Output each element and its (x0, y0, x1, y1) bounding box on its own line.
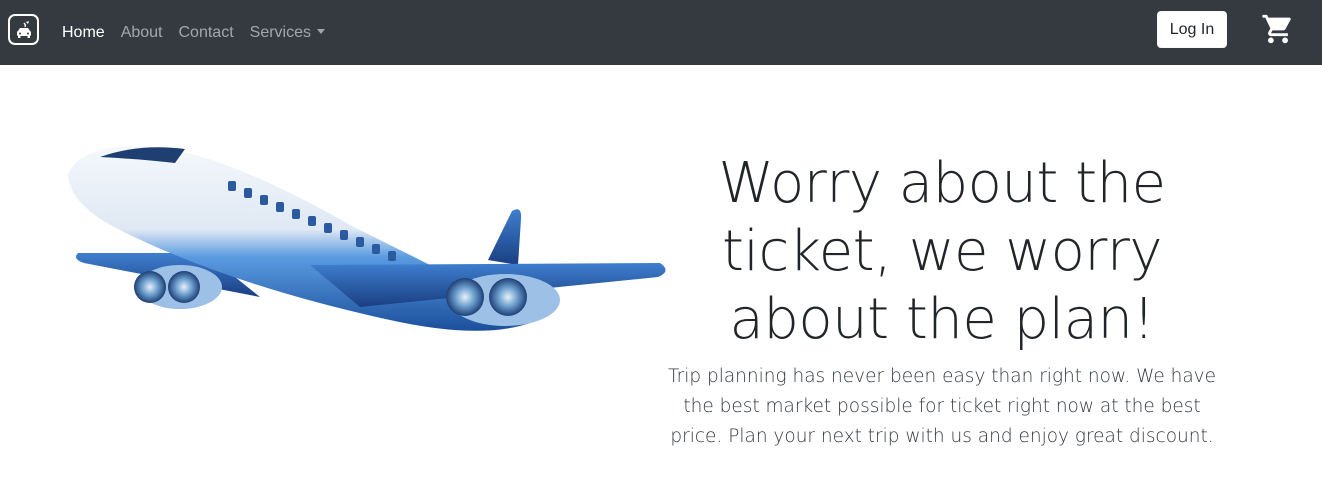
brand-logo[interactable] (8, 14, 39, 45)
hero-title: Worry about the ticket, we worry about t… (718, 151, 1166, 352)
navbar: Home About Contact Services Log In (0, 0, 1322, 65)
nav-about[interactable]: About (121, 24, 163, 42)
hero-description: Trip planning has never been easy than r… (668, 366, 1216, 447)
car-logo-icon (16, 20, 31, 38)
shopping-cart-icon[interactable] (1261, 12, 1295, 46)
login-button[interactable]: Log In (1157, 11, 1227, 48)
nav-home[interactable]: Home (62, 24, 105, 42)
nav-services-label: Services (249, 23, 311, 41)
airplane-illustration (68, 146, 666, 331)
nav-links: Home About Contact Services (62, 0, 341, 65)
hero-text: Worry about the ticket, we worry about t… (648, 150, 1236, 452)
chevron-down-icon (317, 28, 325, 34)
nav-contact[interactable]: Contact (179, 24, 234, 42)
nav-services-dropdown[interactable]: Services (250, 24, 325, 42)
